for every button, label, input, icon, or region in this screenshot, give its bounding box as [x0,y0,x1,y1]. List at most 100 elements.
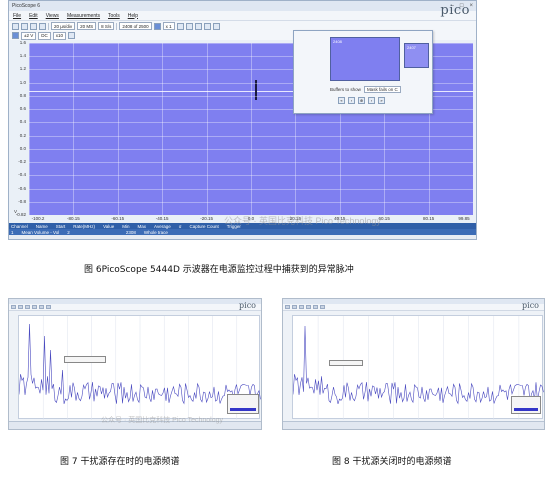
prev-buffer-icon[interactable]: ‹ [348,97,355,104]
measurement-tooltip [64,356,106,363]
measurement-column-header[interactable]: Value [103,224,114,229]
settings-icon[interactable] [39,22,46,30]
channel-a-icon[interactable] [12,32,19,39]
channel-b-icon[interactable] [68,32,75,39]
y-tick-label: 0.4 [19,119,26,125]
measurement-column-header[interactable]: Max [138,224,147,229]
first-buffer-icon[interactable]: « [338,97,345,104]
y-tick-label: 1.6 [19,40,26,45]
next-buffer-icon[interactable]: › [368,97,375,104]
buffer-overview-icon[interactable] [153,22,161,30]
measurement-column-header[interactable]: Capture Count [190,224,219,229]
samples-select[interactable]: 20 MS [77,22,97,30]
pico-logo: pico [239,301,256,310]
toolbar-icon[interactable] [32,305,37,309]
zoom-out-icon[interactable] [203,22,211,30]
x-tick-label: -80.15 [67,216,80,221]
measurement-column-header[interactable]: σ [179,224,182,229]
last-buffer-icon[interactable]: » [378,97,385,104]
grid-line-v [117,43,119,215]
y-tick-label: -0.2 [18,159,26,165]
toolbar-icon[interactable] [39,305,44,309]
toolbar-icon[interactable] [306,305,311,309]
menu-edit[interactable]: Edit [29,13,38,19]
measurement-column-header[interactable]: Min [122,224,129,229]
pointer-icon[interactable] [176,22,184,30]
y-axis: 1.6 1.4 1.2 1.0 0.8 0.6 0.4 0.2 0.0 -0.2 -0.4 -0.6 -… [9,40,29,217]
save-icon[interactable] [21,22,28,30]
y-tick-label: 0.2 [19,132,26,138]
spectrum-window-interference-off: pico [282,298,545,430]
measurement-column-header[interactable]: Start [56,224,66,229]
spectrum-trace [292,316,544,420]
open-icon[interactable] [12,22,19,30]
print-icon[interactable] [30,22,37,30]
menu-measurements[interactable]: Measurements [67,13,100,19]
x-tick-label: -100.2 [31,216,45,221]
toolbar-icon[interactable] [285,305,290,309]
y-tick-label: 1.4 [19,53,26,59]
menu-views[interactable]: Views [46,13,59,19]
measurement-column-header[interactable]: Rate(MHz) [73,224,95,229]
watermark: 公众号 · 英国比克科技 Pico Technology [101,417,224,424]
toolbar-icon[interactable] [25,305,30,309]
measurement-cell: Mean Volume - Vol [21,229,60,235]
zoom-buffer-icon[interactable]: ⊕ [358,97,365,104]
caption-fig8: 图 8 干扰源关闭时的电源频谱 [332,457,452,467]
menu-tools[interactable]: Tools [108,13,120,19]
measurement-column-header[interactable]: Average [154,224,171,229]
channel-range-select[interactable]: ±2 V [21,31,37,40]
measurement-column-header[interactable]: Name [36,224,48,229]
y-unit-label: V [13,209,17,214]
y-tick-label: 0.6 [19,106,26,112]
y-tick-label: -0.82 [15,212,26,217]
title-bar: PicoScope 6 – □ × [9,1,476,11]
zoom-fit-icon[interactable] [212,22,220,30]
buffer-thumbnail-previous[interactable]: 2407 [404,43,429,68]
caption-fig6: 图 6PicoScope 5444D 示波器在电源监控过程中捕获到的异常脉冲 [84,265,354,275]
window-title: PicoScope 6 [12,3,41,9]
buffers-select[interactable]: Mask fails on C [363,86,401,93]
pico-logo: pico [440,3,470,18]
grid-line-v [73,43,75,215]
spectrum-plot[interactable] [292,315,544,420]
toolbar-icon[interactable] [11,305,16,309]
menu-file[interactable]: File [13,13,21,19]
menu-bar: File Edit Views Measurements Tools Help … [9,3,476,20]
pico-logo: pico [522,301,539,310]
hand-icon[interactable] [185,22,193,30]
buffer-thumbnail-current[interactable]: 2408 [330,37,400,81]
timebase-select[interactable]: 20 µs/div [51,22,76,30]
toolbar-icon[interactable] [18,305,23,309]
measurement-column-header[interactable]: Channel [11,224,28,229]
y-tick-label: 0.8 [19,92,26,98]
grid-line-v [162,43,164,215]
toolbar-icon[interactable] [299,305,304,309]
watermark: 公众号 · 英国比克科技 Pico Technology [224,216,381,226]
spectrum-trace [18,316,261,420]
measurement-cell: 1 [11,229,14,235]
status-bar [283,421,544,429]
menu-help[interactable]: Help [128,13,138,19]
close-icon[interactable]: × [469,3,473,9]
toolbar-icon[interactable] [46,305,51,309]
channel-coupling-select[interactable]: DC [38,31,51,40]
measurement-cell: Whole trace [143,229,168,235]
x-tick-label: 99.85 [458,216,470,221]
channel-probe-select[interactable]: x10 [52,31,66,40]
rate-select[interactable]: 8 S/s [98,22,115,30]
spectrum-plot[interactable] [18,315,261,420]
mini-overview-box [227,394,259,414]
measurement-cell: 2308 [125,229,136,235]
zoom-in-icon[interactable] [194,22,202,30]
y-tick-label: 1.0 [19,79,26,85]
x-tick-label: -60.15 [111,216,125,221]
toolbar-icon[interactable] [320,305,325,309]
mini-overview-box [511,396,541,414]
grid-line-v [206,43,208,215]
zoom-select[interactable]: x 1 [162,22,175,30]
toolbar-icon[interactable] [313,305,318,309]
toolbar-icon[interactable] [292,305,297,309]
buffer-navigator[interactable]: 2408 of 2500 [119,22,152,30]
y-tick-label: 0.0 [19,145,26,151]
